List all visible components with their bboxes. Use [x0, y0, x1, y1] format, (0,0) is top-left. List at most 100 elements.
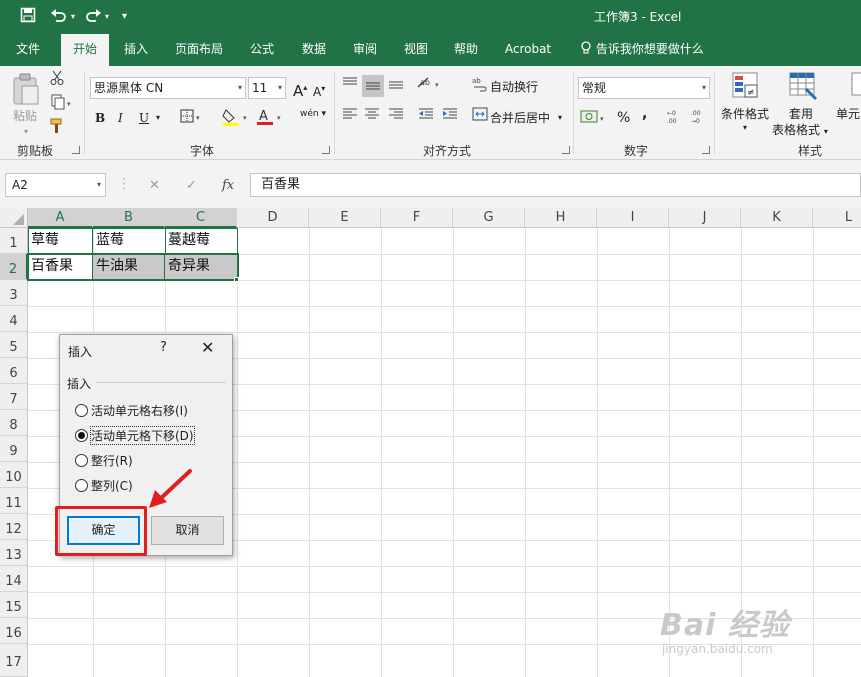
format-as-table-button[interactable]: 表格格式 ▾: [772, 120, 828, 142]
tab-acrobat[interactable]: Acrobat: [500, 34, 556, 66]
row-header-2[interactable]: 2: [0, 254, 28, 280]
select-all-button[interactable]: [0, 208, 28, 228]
tab-insert[interactable]: 插入: [116, 34, 156, 66]
cell-styles-icon[interactable]: [850, 71, 861, 108]
tab-help[interactable]: 帮助: [446, 34, 486, 66]
number-launcher-icon[interactable]: [702, 146, 710, 154]
align-left-icon[interactable]: [340, 107, 360, 128]
increase-indent-icon[interactable]: [440, 107, 460, 128]
tab-view[interactable]: 视图: [396, 34, 436, 66]
column-header-k[interactable]: K: [741, 208, 813, 228]
font-name-select[interactable]: 思源黑体 CN ▾: [90, 77, 246, 99]
column-header-g[interactable]: G: [453, 208, 525, 228]
wrap-text-icon[interactable]: ab: [470, 76, 490, 99]
column-header-e[interactable]: E: [309, 208, 381, 228]
row-header-4[interactable]: 4: [0, 306, 28, 332]
help-icon[interactable]: ?: [160, 340, 167, 355]
orientation-icon[interactable]: ab ▾: [416, 75, 444, 98]
column-header-h[interactable]: H: [525, 208, 597, 228]
font-size-select[interactable]: 11 ▾: [248, 77, 286, 99]
conditional-dropdown-icon[interactable]: ▾: [743, 118, 747, 138]
percent-button[interactable]: %: [617, 108, 630, 128]
accounting-format-icon[interactable]: ▾: [580, 108, 610, 133]
row-header-12[interactable]: 12: [0, 514, 28, 540]
format-painter-icon[interactable]: [48, 118, 66, 141]
tab-formulas[interactable]: 公式: [242, 34, 282, 66]
row-header-1[interactable]: 1: [0, 228, 28, 254]
customize-toolbar-icon[interactable]: ▾: [122, 7, 127, 27]
alignment-launcher-icon[interactable]: [562, 146, 570, 154]
tab-home[interactable]: 开始: [61, 34, 109, 66]
decrease-indent-icon[interactable]: [416, 107, 436, 128]
paste-dropdown-icon[interactable]: ▾: [24, 122, 28, 142]
merge-center-button[interactable]: 合并后居中: [490, 108, 550, 128]
row-header-9[interactable]: 9: [0, 436, 28, 462]
conditional-formatting-icon[interactable]: ≠: [730, 71, 760, 108]
font-color-icon[interactable]: A ▾: [256, 108, 286, 133]
insert-function-button[interactable]: fx: [222, 178, 234, 193]
decrease-decimal-icon[interactable]: .00 →0: [690, 107, 710, 132]
row-header-17[interactable]: 17: [0, 644, 28, 677]
cancel-button[interactable]: 取消: [151, 516, 224, 545]
undo-icon[interactable]: [50, 7, 68, 28]
font-launcher-icon[interactable]: [322, 146, 330, 154]
radio-icon[interactable]: [75, 453, 88, 467]
bold-button[interactable]: B: [95, 108, 105, 128]
column-header-i[interactable]: I: [597, 208, 669, 228]
row-header-8[interactable]: 8: [0, 410, 28, 436]
row-header-16[interactable]: 16: [0, 618, 28, 644]
cell-styles-button[interactable]: 单元: [836, 104, 860, 124]
tell-me-box[interactable]: 告诉我你想要做什么: [576, 34, 708, 66]
row-header-6[interactable]: 6: [0, 358, 28, 384]
column-header-l[interactable]: L: [813, 208, 861, 228]
borders-icon[interactable]: ▾: [180, 109, 204, 130]
italic-button[interactable]: I: [118, 108, 123, 128]
save-icon[interactable]: [20, 7, 36, 28]
row-header-7[interactable]: 7: [0, 384, 28, 410]
fill-color-icon[interactable]: ▾: [222, 108, 252, 133]
option-entire-row[interactable]: 整行(R): [75, 450, 133, 470]
radio-selected-icon[interactable]: [75, 428, 88, 442]
option-shift-down[interactable]: 活动单元格下移(D): [75, 425, 195, 445]
wrap-text-button[interactable]: 自动换行: [490, 77, 538, 97]
column-header-j[interactable]: J: [669, 208, 741, 228]
tab-page-layout[interactable]: 页面布局: [168, 34, 230, 66]
row-header-3[interactable]: 3: [0, 280, 28, 306]
column-header-a[interactable]: A: [28, 208, 93, 228]
radio-icon[interactable]: [75, 478, 88, 492]
redo-dropdown-icon[interactable]: ▾: [105, 7, 109, 27]
merge-dropdown-icon[interactable]: ▾: [558, 108, 562, 128]
align-top-icon[interactable]: [340, 76, 360, 97]
row-header-14[interactable]: 14: [0, 566, 28, 592]
column-header-c[interactable]: C: [165, 208, 237, 228]
number-format-select[interactable]: 常规 ▾: [578, 77, 710, 99]
tab-data[interactable]: 数据: [294, 34, 334, 66]
column-header-d[interactable]: D: [237, 208, 309, 228]
cut-icon[interactable]: [48, 70, 66, 93]
tab-file[interactable]: 文件: [8, 34, 48, 66]
chevron-down-icon[interactable]: ▾: [97, 174, 101, 196]
row-header-15[interactable]: 15: [0, 592, 28, 618]
decrease-font-icon[interactable]: A▾: [313, 79, 325, 102]
option-shift-right[interactable]: 活动单元格右移(I): [75, 400, 188, 420]
row-header-11[interactable]: 11: [0, 488, 28, 514]
paste-icon[interactable]: [10, 72, 42, 106]
copy-icon[interactable]: ▾: [48, 94, 78, 117]
align-right-icon[interactable]: [386, 107, 406, 128]
tab-review[interactable]: 审阅: [345, 34, 385, 66]
cancel-entry-icon[interactable]: ✕: [149, 178, 160, 193]
align-center-icon[interactable]: [362, 107, 382, 128]
redo-icon[interactable]: [84, 7, 102, 28]
radio-icon[interactable]: [75, 403, 88, 417]
confirm-entry-icon[interactable]: ✓: [186, 178, 197, 193]
option-entire-column[interactable]: 整列(C): [75, 475, 133, 495]
underline-dropdown-icon[interactable]: ▾: [156, 108, 160, 128]
phonetic-guide-button[interactable]: wén ▾: [300, 104, 326, 124]
column-header-f[interactable]: F: [381, 208, 453, 228]
align-middle-icon[interactable]: [362, 75, 384, 97]
name-box[interactable]: A2 ▾: [5, 173, 106, 197]
merge-center-icon[interactable]: [470, 107, 490, 128]
format-as-table-icon[interactable]: [788, 71, 818, 108]
formula-input[interactable]: 百香果: [250, 173, 861, 197]
increase-font-icon[interactable]: A▴: [293, 78, 307, 101]
